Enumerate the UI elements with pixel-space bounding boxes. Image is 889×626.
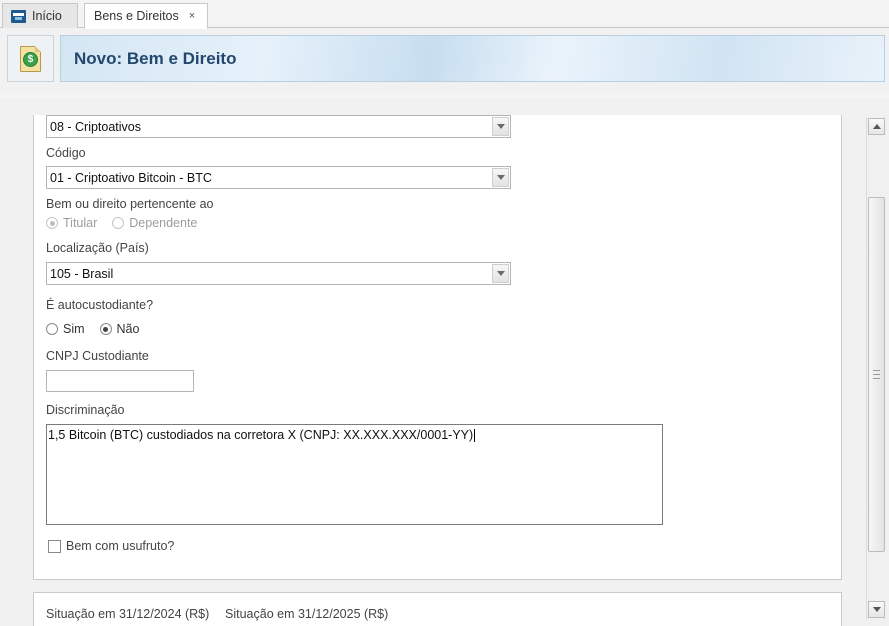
localizacao-label: Localização (País) xyxy=(46,241,149,255)
autocustodiante-radio-group: Sim Não xyxy=(46,322,154,336)
grupo-select-value: 08 - Criptoativos xyxy=(50,120,142,134)
radio-sim[interactable] xyxy=(46,323,58,335)
form-scroll-area: 08 - Criptoativos Código 01 - Criptoativ… xyxy=(0,98,866,626)
pertencente-radio-group: Titular Dependente xyxy=(46,216,212,230)
tab-bens-e-direitos-label: Bens e Direitos xyxy=(94,9,179,23)
usufruto-row[interactable]: Bem com usufruto? xyxy=(48,539,174,553)
grupo-select[interactable]: 08 - Criptoativos xyxy=(46,115,511,138)
tab-bens-e-direitos[interactable]: Bens e Direitos × xyxy=(84,3,208,29)
grip-icon xyxy=(873,370,880,379)
dollar-coin-icon: $ xyxy=(23,51,38,67)
scroll-up-icon[interactable] xyxy=(868,118,885,135)
autocustodiante-label: É autocustodiante? xyxy=(46,298,154,312)
situacao-2024-label: Situação em 31/12/2024 (R$) xyxy=(46,607,210,621)
text-caret xyxy=(474,429,476,443)
form-panel: 08 - Criptoativos Código 01 - Criptoativ… xyxy=(33,115,842,580)
chevron-down-icon[interactable] xyxy=(492,264,509,283)
discriminacao-label: Discriminação xyxy=(46,403,125,417)
page-title: Novo: Bem e Direito xyxy=(74,48,237,68)
header-icon-box: $ xyxy=(7,35,54,82)
tab-inicio[interactable]: Início xyxy=(2,3,78,28)
usufruto-label: Bem com usufruto? xyxy=(66,539,175,553)
tab-inicio-label: Início xyxy=(32,9,62,23)
situacao-2025-label: Situação em 31/12/2025 (R$) xyxy=(225,607,389,621)
scrollbar-thumb[interactable] xyxy=(868,197,885,552)
radio-dependente-label: Dependente xyxy=(129,216,198,230)
localizacao-select[interactable]: 105 - Brasil xyxy=(46,262,511,285)
codigo-select-value: 01 - Criptoativo Bitcoin - BTC xyxy=(50,171,212,185)
tab-bar: Início Bens e Direitos × xyxy=(0,0,889,29)
home-icon xyxy=(11,9,26,23)
close-icon[interactable]: × xyxy=(189,10,195,22)
chevron-down-icon[interactable] xyxy=(492,117,509,136)
vertical-scrollbar[interactable] xyxy=(866,117,886,620)
cnpj-custodiante-label: CNPJ Custodiante xyxy=(46,349,149,363)
radio-dependente[interactable] xyxy=(112,217,125,229)
localizacao-select-value: 105 - Brasil xyxy=(50,267,114,281)
pertencente-label: Bem ou direito pertencente ao xyxy=(46,197,214,211)
cnpj-custodiante-input[interactable] xyxy=(46,370,194,392)
chevron-down-icon[interactable] xyxy=(492,168,509,187)
radio-titular-label: Titular xyxy=(63,216,98,230)
usufruto-checkbox[interactable] xyxy=(48,539,61,553)
radio-sim-label: Sim xyxy=(63,322,85,336)
scroll-down-icon[interactable] xyxy=(868,601,885,618)
radio-titular[interactable] xyxy=(46,217,58,229)
header-separator xyxy=(0,88,889,98)
codigo-select[interactable]: 01 - Criptoativo Bitcoin - BTC xyxy=(46,166,511,189)
header-banner: Novo: Bem e Direito xyxy=(60,35,885,82)
situacao-panel: Situação em 31/12/2024 (R$) Situação em … xyxy=(33,592,842,626)
discriminacao-textarea[interactable]: 1,5 Bitcoin (BTC) custodiados na correto… xyxy=(46,424,663,525)
codigo-label: Código xyxy=(46,146,86,160)
discriminacao-text: 1,5 Bitcoin (BTC) custodiados na correto… xyxy=(48,428,474,442)
radio-nao-label: Não xyxy=(116,322,140,336)
document-money-icon: $ xyxy=(20,45,41,72)
radio-nao[interactable] xyxy=(99,323,112,335)
